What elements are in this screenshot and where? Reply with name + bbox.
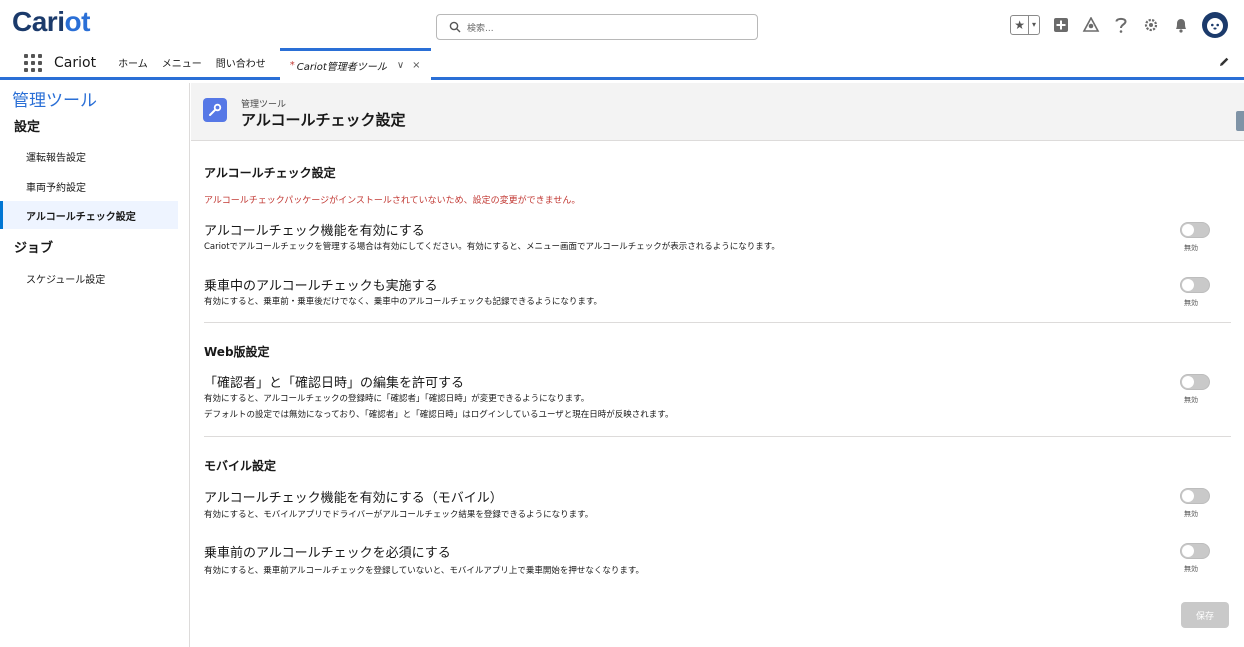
toggle-status-label: 無効 [1184,396,1198,404]
page-title: アルコールチェック設定 [241,111,406,129]
option-desc: 有効にすると、モバイルアプリでドライバーがアルコールチェック結果を登録できるよう… [204,510,594,520]
unsaved-asterisk: * [289,59,295,71]
star-icon[interactable]: ★ [1011,16,1028,34]
sidebar-item-label: アルコールチェック設定 [26,211,136,223]
app-name: Cariot [54,54,97,71]
toggle-knob [1182,490,1194,502]
sidebar-item-drive-report-settings[interactable]: 運転報告設定 [0,142,178,170]
toggle-require-pre-drive-check[interactable] [1180,543,1210,559]
option-title-in-drive-check: 乗車中のアルコールチェックも実施する [204,279,438,294]
trailhead-icon[interactable] [1082,16,1100,34]
app-navigation-bar: Cariot ホーム メニュー 問い合わせ * Cariot管理者ツール ∨ × [0,47,1244,80]
cariot-logo[interactable]: Cariot [12,6,90,38]
toggle-status-label: 無効 [1184,510,1198,518]
toggle-in-drive-check[interactable] [1180,277,1210,293]
sidebar-item-label: スケジュール設定 [26,274,106,286]
option-desc: 有効にすると、乗車前アルコールチェックを登録していないと、モバイルアプリ上で乗車… [204,566,645,576]
toggle-status-label: 無効 [1184,244,1198,252]
tool-icon [203,98,227,122]
section-divider [204,436,1231,437]
sidebar-item-schedule-settings[interactable]: スケジュール設定 [0,264,178,292]
section-divider [204,322,1231,323]
setup-gear-icon[interactable] [1142,16,1160,34]
warning-message: アルコールチェックパッケージがインストールされていないため、設定の変更ができませ… [204,196,581,206]
sidebar-item-label: 運転報告設定 [26,152,86,164]
tab-cariot-admin-tool[interactable]: * Cariot管理者ツール ∨ × [279,47,431,80]
toggle-allow-edit-confirmer[interactable] [1180,374,1210,390]
chevron-down-icon[interactable]: ▾ [1027,16,1039,34]
sidebar-item-alcohol-check-settings[interactable]: アルコールチェック設定 [0,201,178,229]
edit-nav-pencil-icon[interactable] [1218,56,1230,71]
nav-item-inquiry[interactable]: 問い合わせ [216,55,266,70]
option-title-require-pre-drive-check: 乗車前のアルコールチェックを必須にする [204,546,451,561]
sidebar-item-label: 車両予約設定 [26,182,86,194]
notification-bell-icon[interactable] [1172,16,1190,34]
avatar[interactable] [1202,12,1228,38]
toggle-status-label: 無効 [1184,299,1198,307]
option-desc-line-2: デフォルトの設定では無効になっており、「確認者」と「確認日時」はログインしている… [204,410,674,420]
nav-item-menu[interactable]: メニュー [162,55,202,70]
sidebar-heading-settings: 設定 [14,120,41,135]
app-launcher-icon[interactable] [24,53,42,72]
section-title-alcohol-check: アルコールチェック設定 [204,166,336,180]
logo-text-accent: ot [64,6,90,37]
sidebar-title: 管理ツール [12,91,97,111]
toggle-enable-mobile-check[interactable] [1180,488,1210,504]
nav-item-home[interactable]: ホーム [118,55,148,70]
option-title-allow-edit-confirmer: 「確認者」と「確認日時」の編集を許可する [204,376,465,391]
close-icon[interactable]: × [412,60,420,71]
toggle-enable-alcohol-check[interactable] [1180,222,1210,238]
add-icon[interactable] [1052,16,1070,34]
search-icon [449,21,461,33]
toggle-status-label: 無効 [1184,565,1198,573]
sidebar-item-vehicle-reservation-settings[interactable]: 車両予約設定 [0,172,178,200]
favorites-button[interactable]: ★ ▾ [1010,15,1040,35]
side-panel-handle[interactable] [1236,111,1244,131]
global-search-input[interactable]: 検索... [436,14,758,40]
sidebar: 管理ツール 設定 運転報告設定 車両予約設定 アルコールチェック設定 ジョブ ス… [0,83,190,647]
option-title-enable-alcohol-check: アルコールチェック機能を有効にする [204,224,425,239]
option-title-enable-mobile-check: アルコールチェック機能を有効にする（モバイル） [204,491,503,506]
section-title-web-settings: Web版設定 [204,345,270,359]
option-desc-line-1: 有効にすると、アルコールチェックの登録時に「確認者」「確認日時」が変更できるよう… [204,394,590,404]
option-desc: Cariotでアルコールチェックを管理する場合は有効にしてください。有効にすると… [204,242,780,252]
section-title-mobile-settings: モバイル設定 [204,459,277,473]
search-placeholder: 検索... [467,23,494,34]
tab-label: Cariot管理者ツール [296,61,387,73]
sidebar-heading-jobs: ジョブ [14,241,54,256]
toggle-knob [1182,224,1194,236]
settings-content: アルコールチェック設定 アルコールチェックパッケージがインストールされていないた… [191,141,1244,647]
logo-text: Cari [12,6,65,37]
toggle-knob [1182,545,1194,557]
global-header: Cariot 検索... ★ ▾ [0,0,1244,48]
page-header: 管理ツール アルコールチェック設定 [191,83,1244,141]
help-icon[interactable] [1112,16,1130,34]
option-desc: 有効にすると、乗車前・乗車後だけでなく、乗車中のアルコールチェックも記録できるよ… [204,297,602,307]
chevron-down-icon[interactable]: ∨ [397,60,404,71]
save-button[interactable]: 保存 [1181,602,1229,628]
toggle-knob [1182,279,1194,291]
toggle-knob [1182,376,1194,388]
